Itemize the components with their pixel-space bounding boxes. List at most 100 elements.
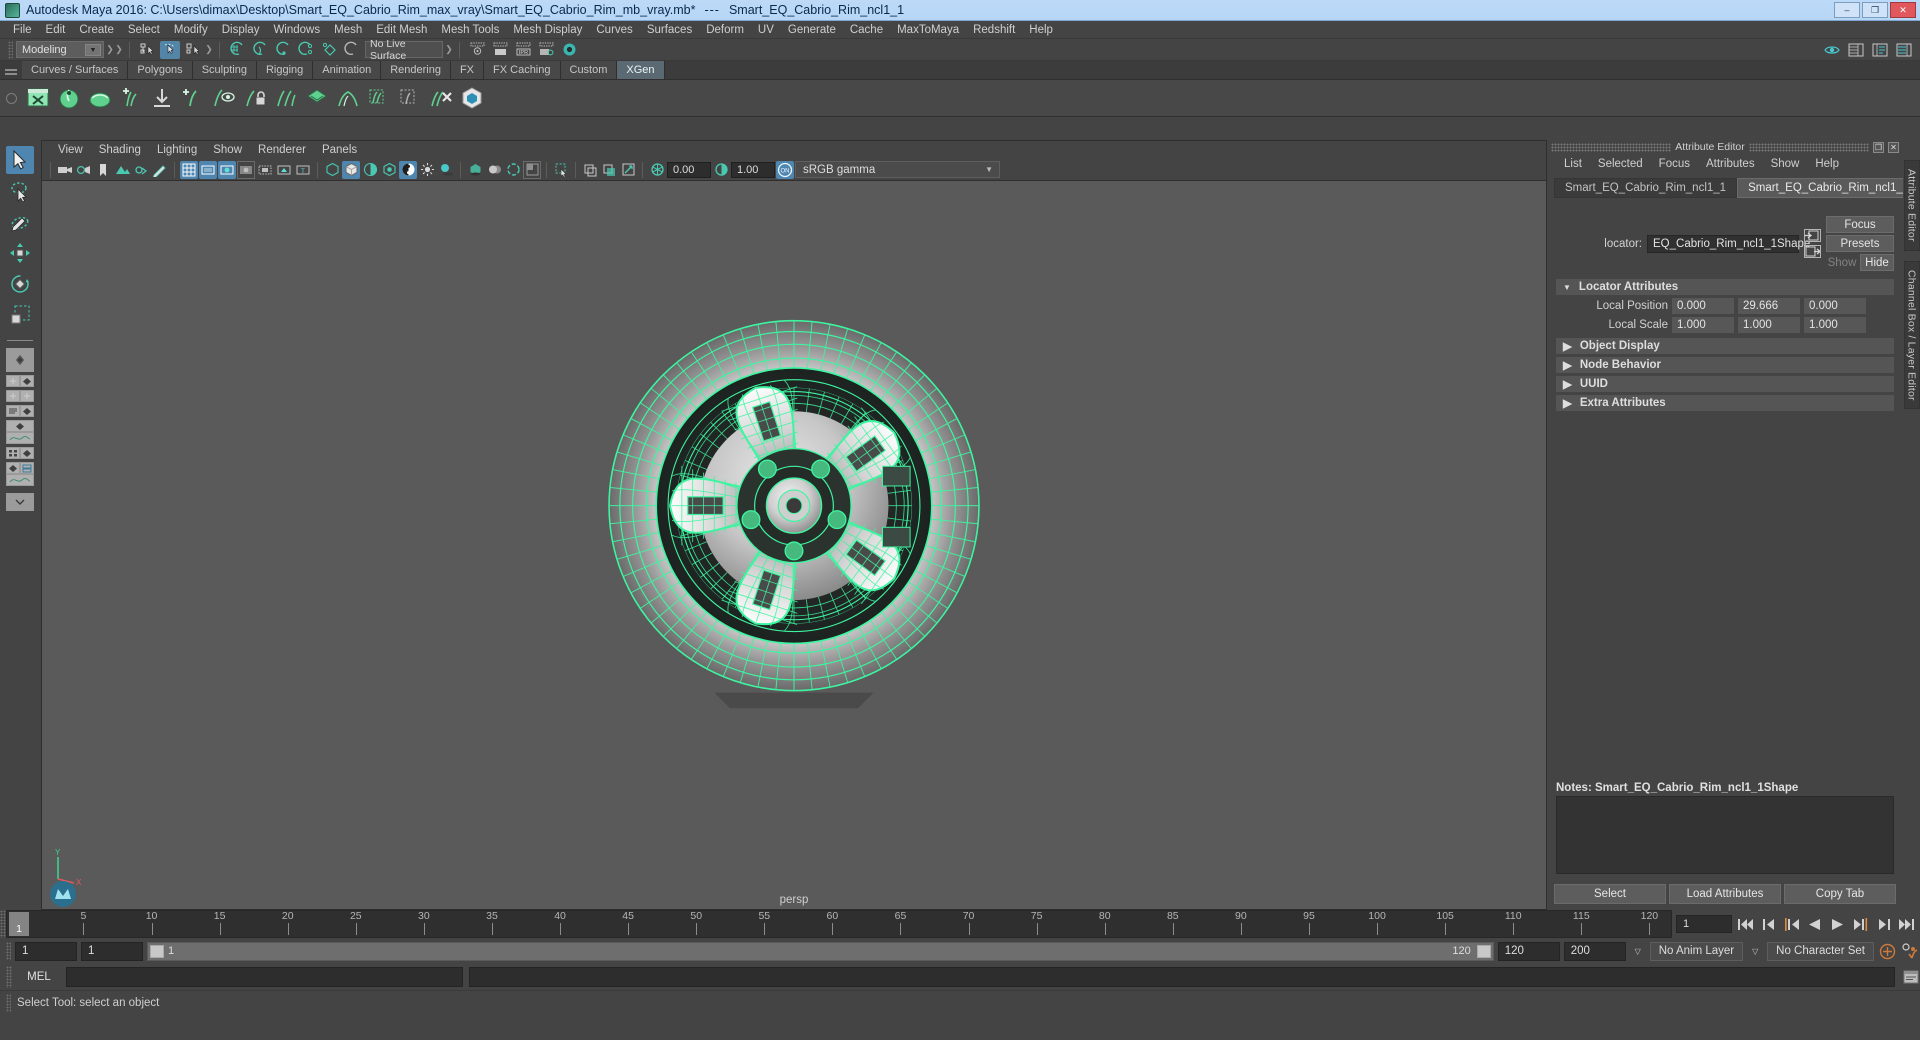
select-by-object-type-icon[interactable] bbox=[160, 40, 180, 59]
layout-add-two-icon[interactable]: + bbox=[6, 389, 20, 403]
show-hide-editors-icon[interactable] bbox=[1822, 41, 1842, 59]
toggle-safe-action-icon[interactable] bbox=[275, 161, 293, 179]
range-slider[interactable]: 1 120 bbox=[147, 941, 1494, 961]
command-input[interactable] bbox=[66, 967, 463, 987]
time-slider[interactable]: 1 5 10 15 20 25 30 35 40 45 50 55 60 65 70 75 80 85 90 95 1… bbox=[6, 910, 1672, 938]
viewport-menu-panels[interactable]: Panels bbox=[314, 143, 365, 157]
shelf-options-icon[interactable] bbox=[0, 92, 22, 104]
range-start-handle[interactable] bbox=[150, 944, 164, 958]
menu-item-select[interactable]: Select bbox=[121, 22, 167, 38]
node-name-input[interactable]: EQ_Cabrio_Rim_ncl1_1Shape bbox=[1647, 234, 1810, 253]
menu-item-mesh-display[interactable]: Mesh Display bbox=[506, 22, 589, 38]
textured-display-icon[interactable] bbox=[399, 160, 417, 179]
smooth-shade-all-icon[interactable] bbox=[342, 160, 360, 179]
local-scale-z[interactable]: 1.000 bbox=[1804, 317, 1866, 333]
color-management-dropdown[interactable]: sRGB gamma ▼ bbox=[795, 161, 1000, 178]
shelf-tab-rigging[interactable]: Rigging bbox=[256, 61, 314, 79]
image-plane-icon[interactable] bbox=[113, 161, 131, 179]
xray-active-components-icon[interactable] bbox=[619, 161, 637, 179]
paint-select-tool-button[interactable] bbox=[6, 208, 34, 236]
tab-shape-node[interactable]: Smart_EQ_Cabrio_Rim_ncl1_1Shape bbox=[1737, 178, 1920, 198]
import-preset-icon[interactable] bbox=[146, 83, 177, 114]
layout-add-view-icon[interactable]: + bbox=[6, 374, 20, 388]
show-render-view-icon[interactable] bbox=[467, 41, 487, 59]
toggle-resolution-gate-icon[interactable] bbox=[218, 160, 236, 179]
step-back-keyframe-icon[interactable] bbox=[1759, 915, 1778, 933]
menu-item-maxtomaya[interactable]: MaxToMaya bbox=[890, 22, 966, 38]
notes-textarea[interactable] bbox=[1556, 796, 1894, 874]
maximize-button[interactable]: ❐ bbox=[1862, 2, 1888, 18]
dock-tab-channel-box[interactable]: Channel Box / Layer Editor bbox=[1903, 260, 1920, 410]
help-line-grip[interactable] bbox=[6, 993, 11, 1012]
step-forward-keyframe-icon[interactable] bbox=[1874, 915, 1893, 933]
make-live-icon[interactable] bbox=[342, 41, 362, 59]
section-uuid[interactable]: ▶ UUID bbox=[1556, 376, 1894, 392]
isolate-select-icon[interactable] bbox=[552, 161, 570, 179]
render-current-frame-icon[interactable] bbox=[490, 41, 510, 59]
layout-persp4-icon[interactable] bbox=[20, 447, 34, 459]
layout-graph-icon[interactable] bbox=[6, 432, 34, 444]
anim-end-field[interactable]: 120 bbox=[1497, 941, 1560, 961]
playback-start-field[interactable]: 1 bbox=[81, 941, 143, 961]
snap-to-grids-icon[interactable] bbox=[227, 41, 247, 59]
ae-menu-focus[interactable]: Focus bbox=[1651, 157, 1698, 171]
shadows-icon[interactable] bbox=[437, 161, 455, 179]
time-slider-cursor[interactable]: 1 bbox=[9, 912, 29, 936]
layout-persp-icon[interactable] bbox=[20, 375, 34, 387]
menu-item-create[interactable]: Create bbox=[72, 22, 121, 38]
menu-item-redshift[interactable]: Redshift bbox=[966, 22, 1022, 38]
current-time-field[interactable]: 1 bbox=[1676, 915, 1732, 933]
shelf-tab-polygons[interactable]: Polygons bbox=[128, 61, 193, 79]
panel-drag-handle-right[interactable] bbox=[1748, 142, 1870, 152]
layout-more-button[interactable] bbox=[6, 493, 34, 511]
menu-item-edit-mesh[interactable]: Edit Mesh bbox=[369, 22, 434, 38]
ae-menu-help[interactable]: Help bbox=[1807, 157, 1847, 171]
dock-tab-attribute-editor[interactable]: Attribute Editor bbox=[1903, 160, 1920, 251]
shelf-tab-xgen[interactable]: XGen bbox=[617, 61, 665, 79]
menu-item-curves[interactable]: Curves bbox=[589, 22, 639, 38]
menu-item-uv[interactable]: UV bbox=[751, 22, 781, 38]
close-panel-icon[interactable]: ✕ bbox=[1888, 141, 1900, 153]
toggle-gate-mask-icon[interactable] bbox=[237, 160, 255, 179]
script-editor-icon[interactable] bbox=[1901, 968, 1920, 986]
close-button[interactable]: ✕ bbox=[1890, 2, 1916, 18]
range-end-handle[interactable] bbox=[1476, 944, 1491, 958]
shelf-tab-rendering[interactable]: Rendering bbox=[381, 61, 451, 79]
bookmark-icon[interactable] bbox=[94, 161, 112, 179]
shelf-menu-icon[interactable] bbox=[0, 61, 22, 79]
shelf-tab-fx[interactable]: FX bbox=[450, 61, 485, 79]
locator-attributes-header[interactable]: ▼ Locator Attributes bbox=[1556, 279, 1894, 295]
use-default-material-icon[interactable] bbox=[380, 161, 398, 179]
show-button[interactable]: Show bbox=[1826, 254, 1858, 271]
section-collapse-4[interactable]: ❯ bbox=[445, 42, 453, 58]
deselect-guides-box-icon[interactable] bbox=[394, 83, 425, 114]
local-scale-y[interactable]: 1.000 bbox=[1738, 317, 1800, 333]
anti-aliasing-icon[interactable] bbox=[504, 161, 522, 179]
section-collapse-3[interactable]: ❯ bbox=[205, 42, 213, 58]
anim-layer-combo[interactable]: No Anim Layer bbox=[1649, 941, 1744, 961]
toggle-color-management-icon[interactable] bbox=[559, 41, 579, 59]
toggle-film-origin-icon[interactable] bbox=[256, 161, 274, 179]
menu-item-help[interactable]: Help bbox=[1022, 22, 1060, 38]
output-connection-icon[interactable] bbox=[1804, 245, 1822, 258]
shelf-tab-custom[interactable]: Custom bbox=[560, 61, 618, 79]
shelf-tab-fx-caching[interactable]: FX Caching bbox=[484, 61, 561, 79]
section-object-display[interactable]: ▶ Object Display bbox=[1556, 338, 1894, 354]
command-language-label[interactable]: MEL bbox=[18, 971, 60, 983]
select-button[interactable]: Select bbox=[1554, 884, 1666, 904]
presets-button[interactable]: Presets bbox=[1826, 235, 1894, 252]
layout-panel-split-icon[interactable] bbox=[20, 462, 34, 474]
step-forward-frame-icon[interactable] bbox=[1851, 915, 1870, 933]
play-forwards-icon[interactable] bbox=[1828, 915, 1847, 933]
snap-to-curves-icon[interactable] bbox=[250, 41, 270, 59]
camera-attributes-icon[interactable] bbox=[75, 161, 93, 179]
menu-item-mesh[interactable]: Mesh bbox=[327, 22, 369, 38]
viewport-menu-shading[interactable]: Shading bbox=[91, 143, 149, 157]
snap-to-points-icon[interactable] bbox=[273, 41, 293, 59]
snap-to-view-planes-icon[interactable] bbox=[319, 41, 339, 59]
minimize-button[interactable]: – bbox=[1834, 2, 1860, 18]
lasso-tool-button[interactable] bbox=[6, 177, 34, 205]
viewport-menu-renderer[interactable]: Renderer bbox=[250, 143, 314, 157]
select-by-component-type-icon[interactable] bbox=[183, 41, 203, 59]
ae-menu-list[interactable]: List bbox=[1556, 157, 1590, 171]
